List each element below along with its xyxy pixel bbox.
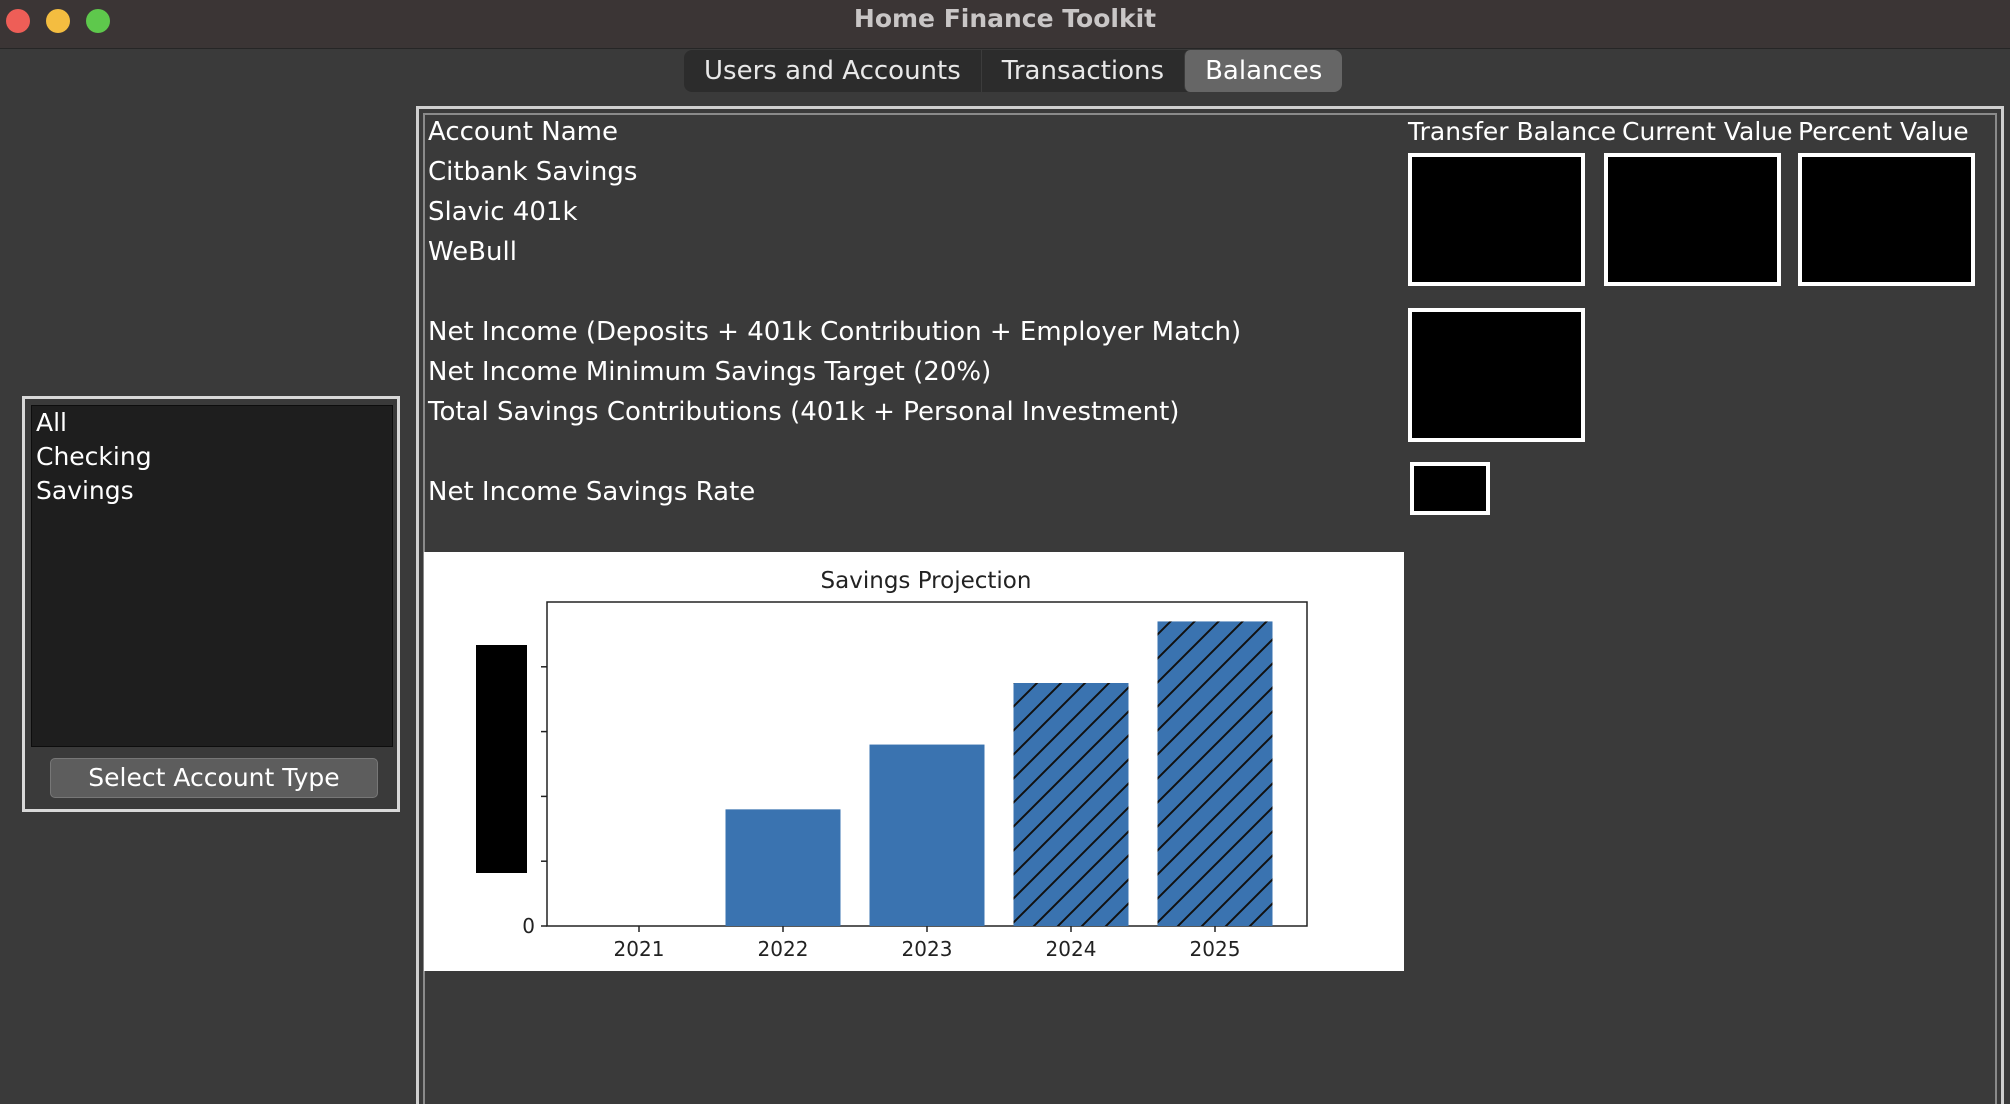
- y-axis-label-redaction: [476, 645, 527, 873]
- tab-balances[interactable]: Balances: [1184, 50, 1343, 92]
- bar-hatch-2024: [1013, 683, 1129, 926]
- savings-rate-label: Net Income Savings Rate: [428, 477, 756, 507]
- chart-svg: Savings Projection 0 2021 2022 2023 2024 202…: [476, 568, 1308, 961]
- x-tick-label: 2024: [1046, 937, 1097, 961]
- x-tick-label: 2025: [1190, 937, 1241, 961]
- transfer-balance-header: Transfer Balance: [1408, 117, 1617, 146]
- savings-projection-chart: Savings Projection 0 2021 2022 2023 2024 202…: [424, 552, 1404, 971]
- percent-value-box: [1798, 153, 1975, 286]
- account-type-list[interactable]: All Checking Savings: [31, 405, 393, 747]
- account-name: WeBull: [428, 237, 517, 267]
- savings-contributions-label: Total Savings Contributions (401k + Pers…: [428, 397, 1180, 427]
- bar-2022: [725, 809, 841, 926]
- percent-value-header: Percent Value: [1798, 117, 1969, 146]
- net-income-label: Net Income (Deposits + 401k Contribution…: [428, 317, 1242, 347]
- savings-rate-box: [1410, 462, 1490, 515]
- chart-title: Savings Projection: [821, 568, 1032, 594]
- account-type-item-savings[interactable]: Savings: [32, 474, 392, 508]
- net-income-values-box: [1408, 308, 1585, 442]
- savings-target-label: Net Income Minimum Savings Target (20%): [428, 357, 992, 387]
- transfer-balance-box: [1408, 153, 1585, 286]
- tab-users-and-accounts[interactable]: Users and Accounts: [684, 50, 981, 92]
- account-type-item-all[interactable]: All: [32, 406, 392, 440]
- current-value-box: [1604, 153, 1781, 286]
- x-tick-label: 2021: [614, 937, 665, 961]
- bar-hatch-2025: [1157, 621, 1273, 926]
- account-name: Citbank Savings: [428, 157, 638, 187]
- y-tick-label: 0: [522, 914, 535, 938]
- x-tick-label: 2022: [758, 937, 809, 961]
- current-value-header: Current Value: [1622, 117, 1793, 146]
- x-tick-label: 2023: [902, 937, 953, 961]
- tab-transactions[interactable]: Transactions: [980, 50, 1184, 92]
- title-bar: Home Finance Toolkit: [0, 0, 2010, 49]
- bar-2023: [869, 744, 985, 926]
- select-account-type-button[interactable]: Select Account Type: [50, 758, 378, 798]
- account-type-item-checking[interactable]: Checking: [32, 440, 392, 474]
- account-name-header: Account Name: [428, 117, 618, 147]
- tab-bar: Users and Accounts Transactions Balances: [684, 50, 1343, 92]
- window-title: Home Finance Toolkit: [853, 4, 1157, 33]
- account-name: Slavic 401k: [428, 197, 578, 227]
- account-type-panel: All Checking Savings Select Account Type: [22, 396, 400, 812]
